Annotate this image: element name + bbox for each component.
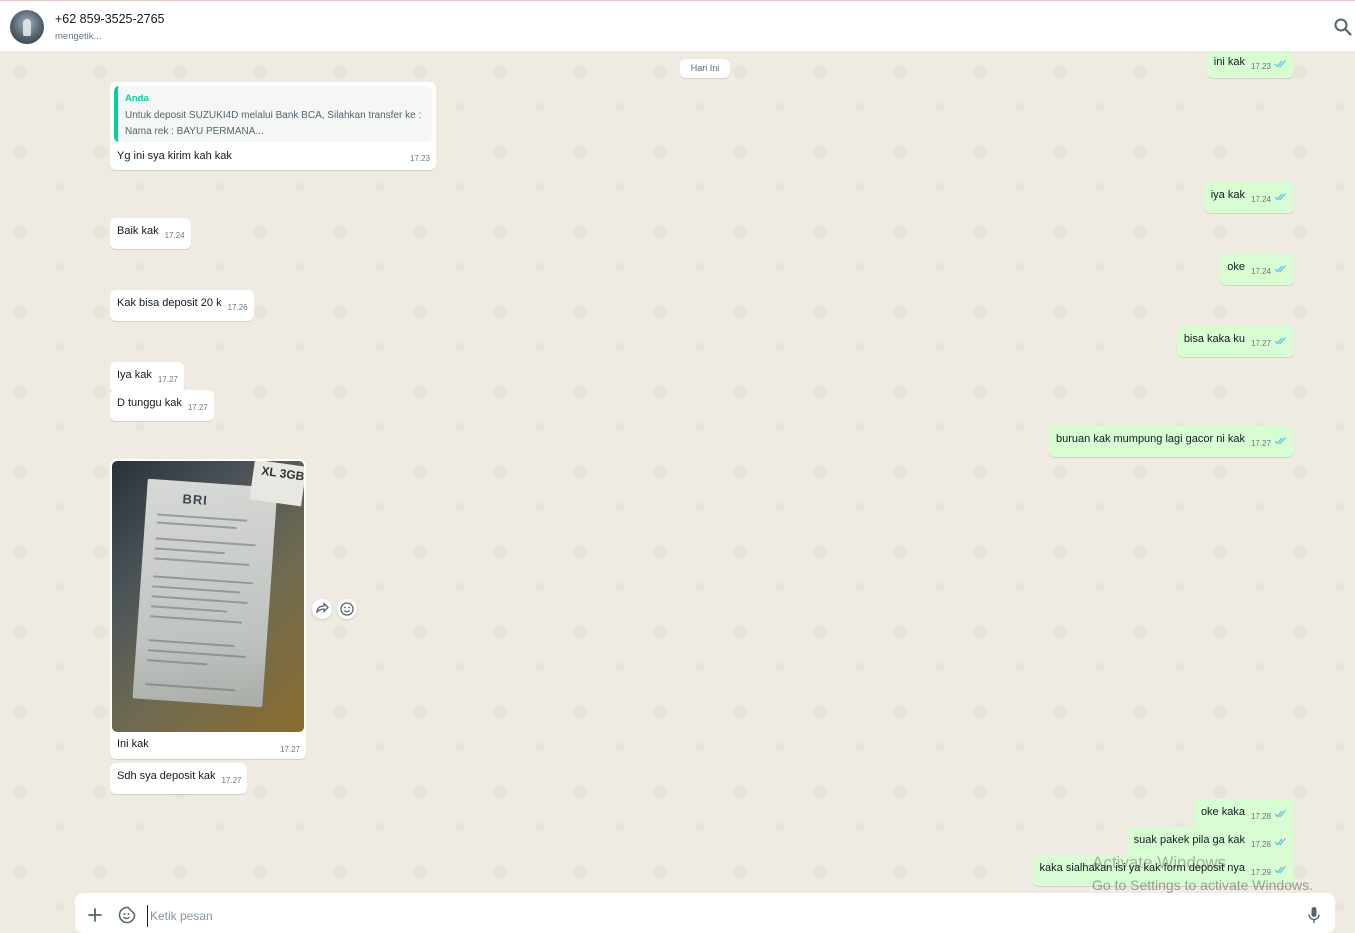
emoji-icon [340, 602, 354, 616]
receipt-line [154, 547, 225, 555]
contact-avatar[interactable] [10, 10, 44, 44]
receipt-line [155, 537, 256, 547]
message-text: suak pakek pila ga kak [1133, 834, 1245, 846]
message-time: 17.28 [1250, 812, 1271, 821]
message-time: 17.27 [221, 776, 242, 785]
contact-name[interactable]: +62 859-3525-2765 [55, 12, 164, 26]
double-check-icon [1274, 60, 1286, 68]
message-text: Kak bisa deposit 20 k [117, 297, 222, 309]
message-text: Iya kak [117, 369, 152, 381]
receipt-line [147, 659, 208, 666]
message-time: 17.27 [157, 375, 178, 384]
double-check-icon [1274, 838, 1286, 846]
outgoing-message[interactable]: ini kak 17.23 [1206, 52, 1294, 78]
message-time: 17.23 [409, 154, 430, 163]
message-time: 17.24 [164, 231, 185, 240]
receipt-line [148, 639, 235, 648]
receipt-line [154, 557, 250, 567]
watermark-title: Activate Windows [1092, 853, 1227, 872]
incoming-message[interactable]: Kak bisa deposit 20 k 17.26 [110, 290, 254, 321]
message-time: 17.24 [1250, 267, 1271, 276]
quote-text: Untuk deposit SUZUKI4D melalui Bank BCA,… [125, 110, 422, 121]
message-text: Sdh sya deposit kak [117, 770, 216, 782]
message-text: oke [1227, 261, 1245, 273]
incoming-message[interactable]: D tunggu kak 17.27 [110, 390, 214, 421]
receipt-line [152, 575, 253, 585]
image-caption: Ini kak [117, 738, 149, 750]
double-check-icon [1274, 193, 1286, 201]
double-check-icon [1274, 437, 1286, 445]
outgoing-message[interactable]: iya kak 17.24 [1203, 182, 1294, 213]
receipt-paper: BRI [132, 478, 278, 708]
receipt-photo[interactable]: BRI XL 3GB [112, 461, 304, 732]
message-time: 17.27 [1250, 339, 1271, 348]
quoted-message[interactable]: Anda Untuk deposit SUZUKI4D melalui Bank… [114, 86, 432, 142]
receipt-logo: BRI [181, 491, 209, 508]
mic-icon[interactable] [1306, 906, 1322, 924]
date-separator: Hari Ini [680, 59, 730, 78]
quote-author: Anda [125, 93, 149, 104]
forward-icon [316, 601, 329, 614]
price-tag: XL 3GB [249, 461, 304, 507]
quoted-reply-message[interactable]: Anda Untuk deposit SUZUKI4D melalui Bank… [110, 82, 436, 170]
outgoing-message[interactable]: buruan kak mumpung lagi gacor ni kak 17.2… [1049, 426, 1294, 457]
receipt-line [147, 649, 246, 658]
message-text: bisa kaka ku [1183, 333, 1245, 345]
search-icon[interactable] [1333, 17, 1353, 37]
emoji-react-button[interactable] [337, 599, 357, 619]
outgoing-message[interactable]: bisa kaka ku 17.27 [1176, 326, 1294, 357]
incoming-message[interactable]: Baik kak 17.24 [110, 218, 191, 249]
message-text: oke kaka [1200, 806, 1245, 818]
outgoing-message[interactable]: oke kaka 17.28 [1193, 799, 1294, 830]
message-text: buruan kak mumpung lagi gacor ni kak [1056, 433, 1245, 445]
message-time: 17.27 [1250, 439, 1271, 448]
receipt-line [150, 605, 227, 613]
incoming-message[interactable]: Sdh sya deposit kak 17.27 [110, 763, 248, 794]
forward-button[interactable] [312, 599, 332, 619]
plus-icon[interactable] [87, 907, 103, 923]
message-composer [75, 893, 1335, 933]
chat-header: +62 859-3525-2765 mengetik... [0, 0, 1355, 52]
sticker-icon[interactable] [118, 906, 136, 924]
message-text: Baik kak [117, 225, 159, 237]
double-check-icon [1274, 337, 1286, 345]
message-input[interactable] [147, 905, 1302, 927]
message-text: ini kak [1213, 56, 1245, 68]
image-message[interactable]: BRI XL 3GB Ini kak 17.27 [110, 459, 306, 759]
quote-text: Nama rek : BAYU PERMANA... [125, 126, 264, 137]
double-check-icon [1274, 810, 1286, 818]
receipt-line [151, 595, 248, 604]
receipt-line [150, 615, 243, 624]
message-time: 17.28 [1250, 840, 1271, 849]
avatar-figure [23, 19, 31, 36]
message-time: 17.27 [279, 745, 300, 754]
message-text: D tunggu kak [117, 397, 182, 409]
receipt-line [152, 585, 241, 594]
message-time: 17.27 [187, 403, 208, 412]
message-text: Yg ini sya kirim kah kak [117, 150, 232, 162]
incoming-message[interactable]: Iya kak 17.27 [110, 362, 184, 393]
contact-status: mengetik... [55, 31, 102, 42]
price-tag-text: XL 3GB [260, 463, 304, 484]
receipt-line [145, 683, 236, 692]
message-time: 17.23 [1250, 62, 1271, 71]
receipt-line [156, 521, 237, 530]
outgoing-message[interactable]: oke 17.24 [1220, 254, 1294, 285]
message-time: 17.26 [227, 303, 248, 312]
message-time: 17.24 [1250, 195, 1271, 204]
message-text: iya kak [1210, 189, 1245, 201]
receipt-line [157, 513, 248, 522]
double-check-icon [1274, 265, 1286, 273]
activation-watermark: Activate Windows Go to Settings to activ… [1092, 852, 1313, 896]
